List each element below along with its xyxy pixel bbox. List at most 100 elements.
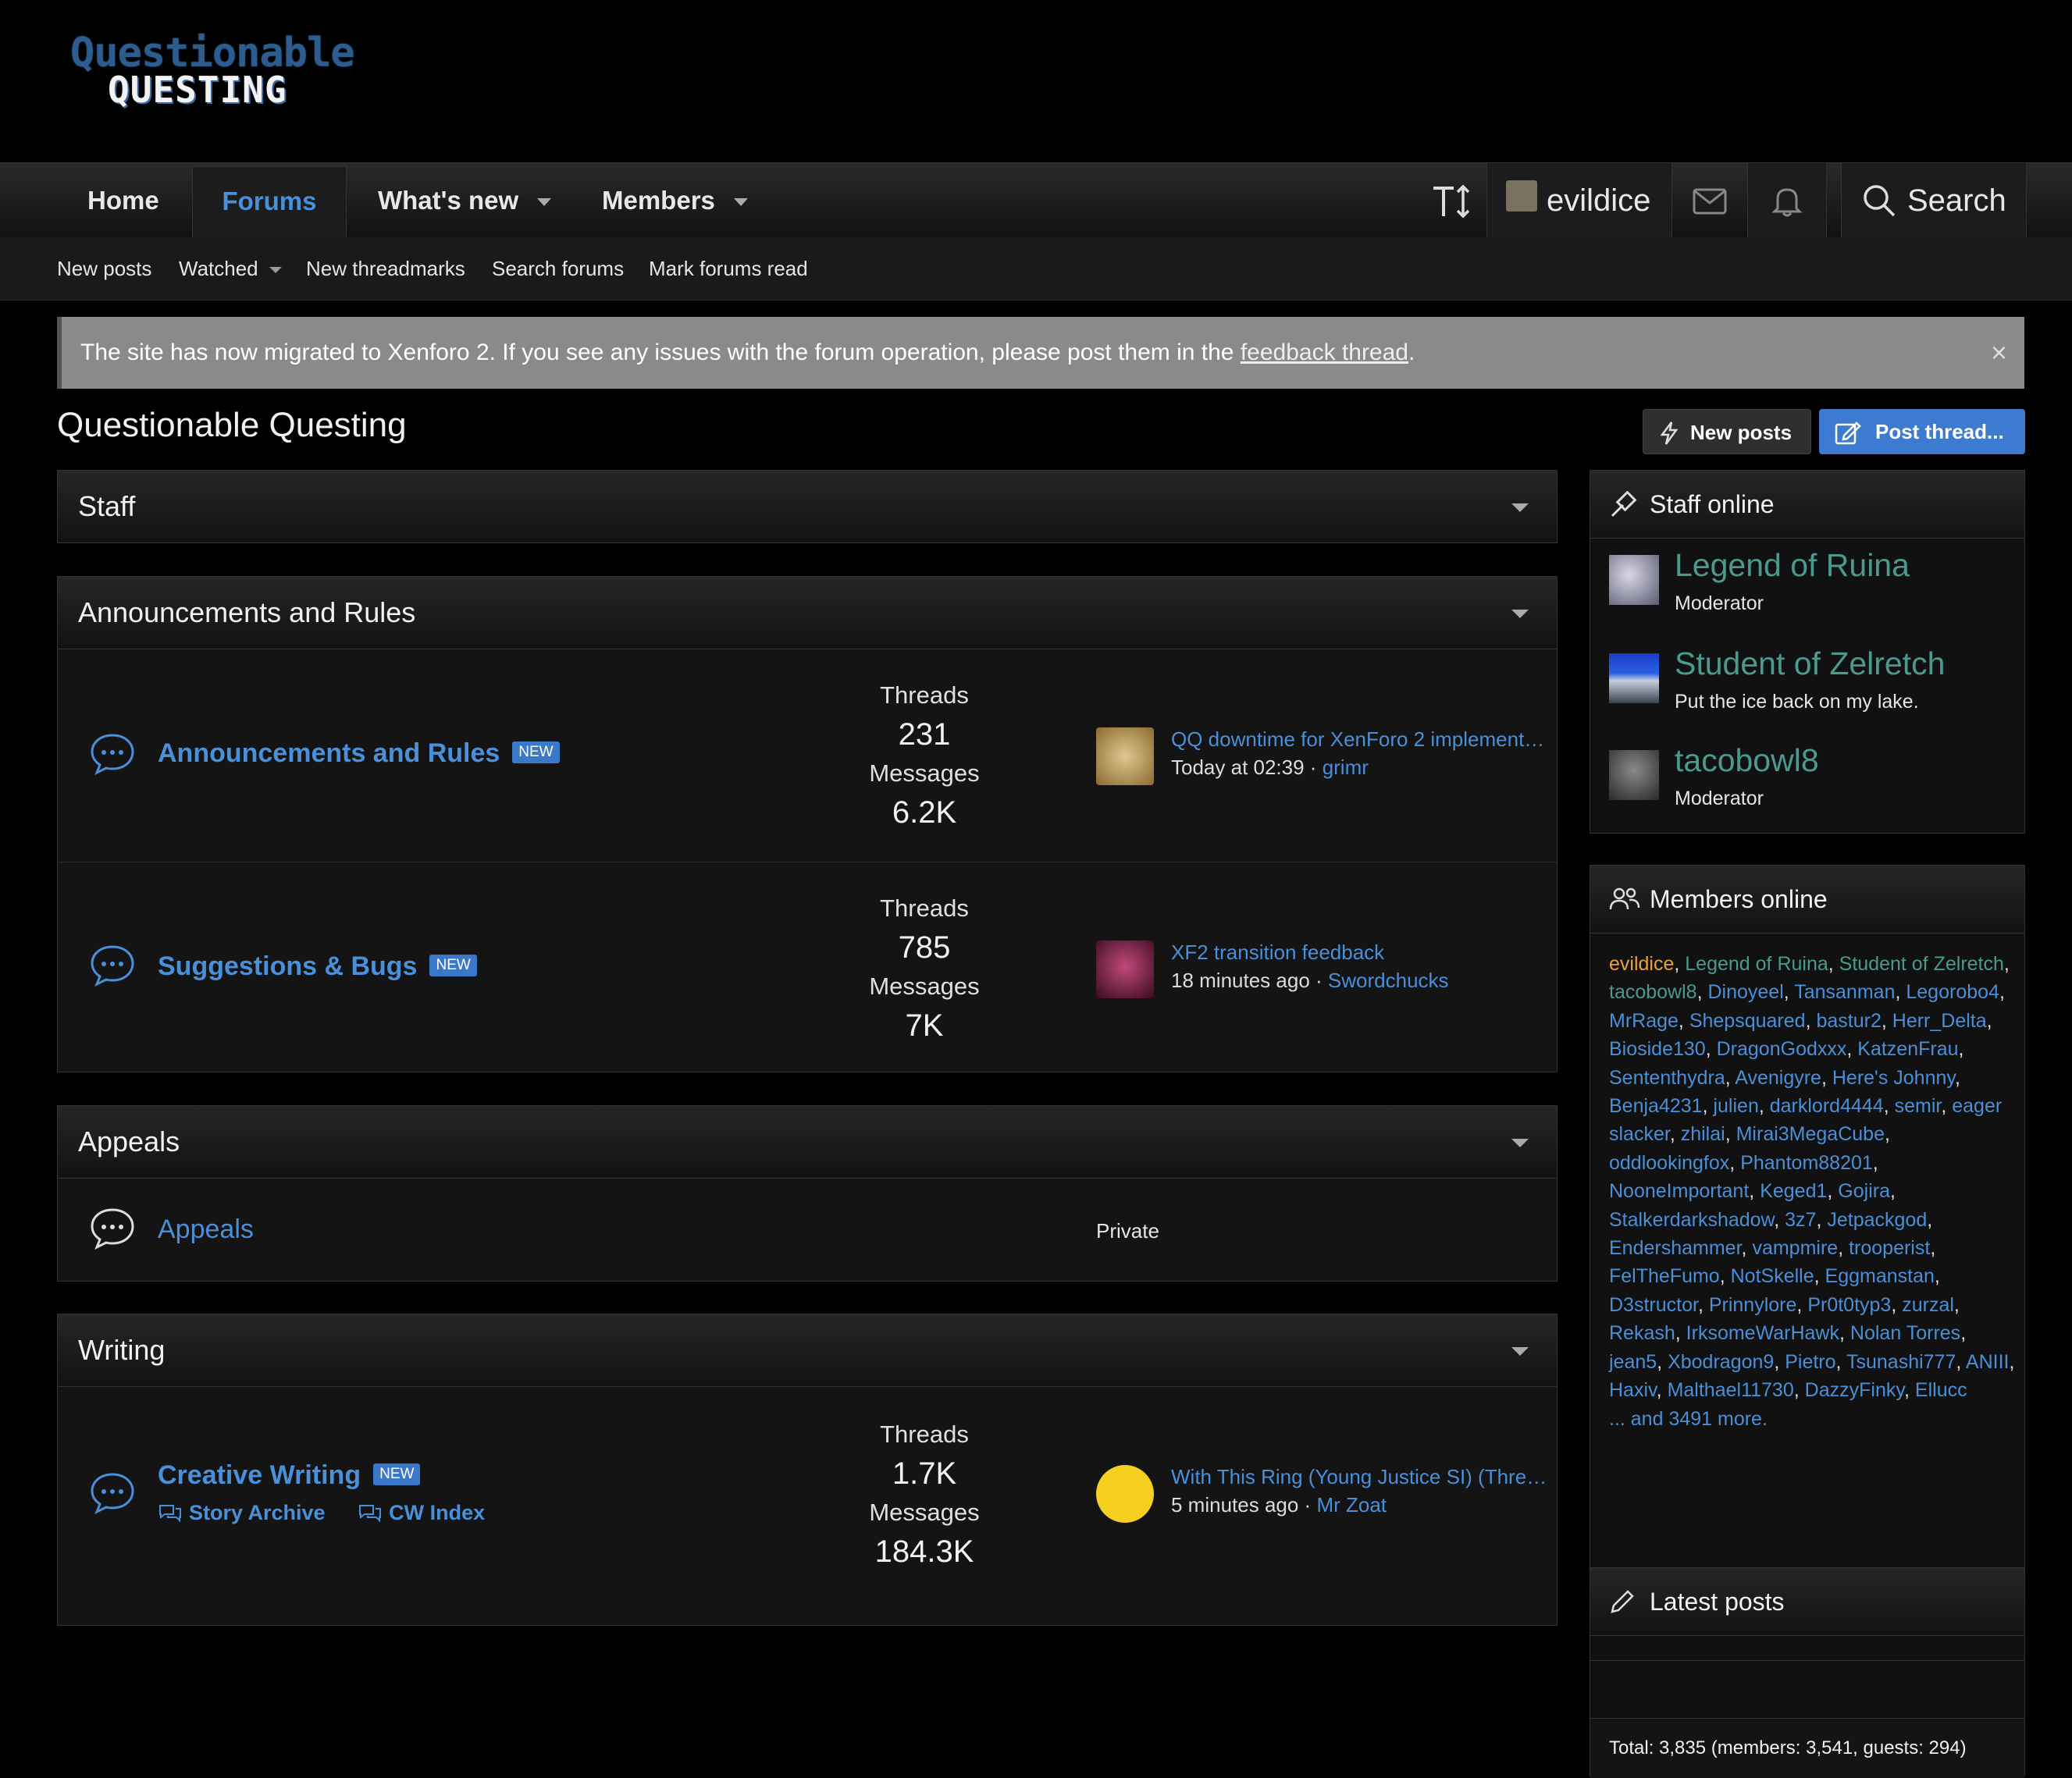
member-link[interactable]: Xbodragon9 — [1668, 1351, 1774, 1373]
avatar[interactable] — [1609, 653, 1659, 703]
member-link[interactable]: Keged1 — [1760, 1180, 1827, 1202]
member-link[interactable]: zurzal — [1902, 1294, 1954, 1316]
member-link[interactable]: FelTheFumo — [1609, 1265, 1720, 1287]
last-post-time[interactable]: Today at 02:39 — [1171, 756, 1305, 779]
last-post-title[interactable]: QQ downtime for XenForo 2 implementation — [1171, 727, 1549, 752]
member-link[interactable]: NooneImportant — [1609, 1180, 1749, 1202]
new-posts-button[interactable]: New posts — [1643, 409, 1811, 454]
nav-home[interactable]: Home — [87, 163, 159, 238]
member-link[interactable]: NotSkelle — [1731, 1265, 1814, 1287]
member-link[interactable]: jean5 — [1609, 1351, 1657, 1373]
member-link[interactable]: semir — [1895, 1095, 1942, 1117]
staff-name[interactable]: Legend of Ruina — [1675, 547, 1910, 584]
category-header[interactable]: Appeals — [58, 1106, 1557, 1179]
member-link[interactable]: Student of Zelretch — [1839, 953, 2004, 975]
member-link[interactable]: Nolan Torres — [1850, 1322, 1960, 1344]
member-link[interactable]: Tsunashi777 — [1846, 1351, 1956, 1373]
member-link[interactable]: DragonGodxxx — [1717, 1038, 1847, 1060]
last-post-user[interactable]: Mr Zoat — [1316, 1493, 1387, 1517]
member-link[interactable]: Dinoyeel — [1707, 981, 1783, 1003]
conversations-button[interactable] — [1671, 163, 1747, 238]
category-title[interactable]: Appeals — [78, 1106, 180, 1178]
feedback-thread-link[interactable]: feedback thread — [1241, 340, 1408, 365]
member-link[interactable]: ANIII — [1966, 1351, 2010, 1373]
member-link[interactable]: Rekash — [1609, 1322, 1675, 1344]
member-link[interactable]: DazzyFinky — [1805, 1379, 1904, 1401]
member-link[interactable]: Eggmanstan — [1825, 1265, 1935, 1287]
member-link[interactable]: darklord4444 — [1770, 1095, 1884, 1117]
member-link[interactable]: oddlookingfox — [1609, 1152, 1729, 1174]
member-link[interactable]: Tansanman — [1794, 981, 1895, 1003]
nav-members[interactable]: Members — [602, 163, 748, 238]
last-post-user[interactable]: grimr — [1323, 756, 1369, 779]
member-link[interactable]: Phantom88201 — [1740, 1152, 1873, 1174]
site-logo[interactable]: Questionable QUESTING — [70, 30, 355, 116]
member-link[interactable]: Herr_Delta — [1892, 1010, 1987, 1032]
member-link[interactable]: Prinnylore — [1709, 1294, 1797, 1316]
category-title[interactable]: Announcements and Rules — [78, 577, 415, 649]
member-link[interactable]: Haxiv — [1609, 1379, 1657, 1401]
member-link[interactable]: Shepsquared — [1689, 1010, 1806, 1032]
nav-forums[interactable]: Forums — [192, 166, 347, 239]
text-size-button[interactable] — [1424, 163, 1494, 238]
post-thread-button[interactable]: Post thread... — [1819, 409, 2025, 454]
more-members-link[interactable]: ... and 3491 more. — [1609, 1408, 1768, 1430]
chevron-down-icon[interactable] — [1511, 1139, 1529, 1147]
close-icon[interactable]: × — [1991, 317, 2007, 389]
subforum-story-archive[interactable]: Story Archive — [158, 1501, 331, 1524]
staff-name[interactable]: Student of Zelretch — [1675, 645, 1945, 682]
forum-title[interactable]: Appeals — [158, 1214, 254, 1245]
member-link[interactable]: zhilai — [1681, 1123, 1725, 1145]
member-link[interactable]: Mirai3MegaCube — [1736, 1123, 1885, 1145]
member-link[interactable]: Pr0t0typ3 — [1807, 1294, 1891, 1316]
forum-title[interactable]: Creative Writing NEW — [158, 1460, 421, 1491]
member-link[interactable]: Bioside130 — [1609, 1038, 1706, 1060]
member-link[interactable]: Avenigyre — [1735, 1067, 1821, 1089]
member-link[interactable]: D3structor — [1609, 1294, 1698, 1316]
chevron-down-icon[interactable] — [1511, 503, 1529, 512]
avatar[interactable] — [1609, 555, 1659, 605]
last-post-title[interactable]: XF2 transition feedback — [1171, 941, 1549, 965]
last-post-time[interactable]: 18 minutes ago — [1171, 969, 1310, 992]
category-title[interactable]: Staff — [78, 471, 135, 542]
avatar[interactable] — [1096, 1465, 1154, 1523]
forum-title[interactable]: Suggestions & Bugs NEW — [158, 951, 477, 982]
member-link[interactable]: Pietro — [1785, 1351, 1835, 1373]
member-link[interactable]: Jetpackgod — [1827, 1209, 1927, 1231]
member-link[interactable]: 3z7 — [1785, 1209, 1816, 1231]
chevron-down-icon[interactable] — [537, 198, 552, 207]
last-post-user[interactable]: Swordchucks — [1328, 969, 1449, 992]
member-link[interactable]: Ellucc — [1915, 1379, 1967, 1401]
member-link[interactable]: bastur2 — [1816, 1010, 1881, 1032]
chevron-down-icon[interactable] — [269, 267, 282, 274]
member-link[interactable]: vampmire — [1752, 1237, 1838, 1259]
member-link[interactable]: tacobowl8 — [1609, 981, 1697, 1003]
search-button[interactable]: Search — [1841, 163, 2027, 238]
nav-whats-new[interactable]: What's new — [378, 163, 552, 238]
member-link[interactable]: KatzenFrau — [1857, 1038, 1958, 1060]
forum-title[interactable]: Announcements and Rules NEW — [158, 738, 560, 769]
member-link[interactable]: Sententhydra — [1609, 1067, 1725, 1089]
member-link[interactable]: Malthael11730 — [1668, 1379, 1794, 1401]
member-link[interactable]: Gojira — [1838, 1180, 1890, 1202]
member-link[interactable]: Stalkerdarkshadow — [1609, 1209, 1774, 1231]
chevron-down-icon[interactable] — [1511, 1347, 1529, 1356]
last-post-title[interactable]: With This Ring (Young Justice SI) (Threa… — [1171, 1465, 1549, 1489]
member-link[interactable]: IrksomeWarHawk — [1686, 1322, 1839, 1344]
account-menu[interactable]: evildice — [1486, 163, 1672, 238]
subnav-mark-read[interactable]: Mark forums read — [649, 237, 808, 300]
chevron-down-icon[interactable] — [1511, 610, 1529, 618]
staff-name[interactable]: tacobowl8 — [1675, 742, 1819, 779]
category-header[interactable]: Staff — [58, 471, 1557, 543]
member-link[interactable]: Here's Johnny — [1832, 1067, 1955, 1089]
category-title[interactable]: Writing — [78, 1314, 165, 1386]
subnav-new-posts[interactable]: New posts — [57, 237, 151, 300]
member-link[interactable]: Endershammer — [1609, 1237, 1742, 1259]
member-link[interactable]: Legorobo4 — [1906, 981, 1999, 1003]
member-link[interactable]: Legend of Ruina — [1685, 953, 1828, 975]
chevron-down-icon[interactable] — [733, 198, 748, 207]
subnav-watched[interactable]: Watched — [179, 237, 282, 300]
avatar[interactable] — [1096, 727, 1154, 785]
avatar[interactable] — [1096, 941, 1154, 998]
category-header[interactable]: Writing — [58, 1314, 1557, 1387]
